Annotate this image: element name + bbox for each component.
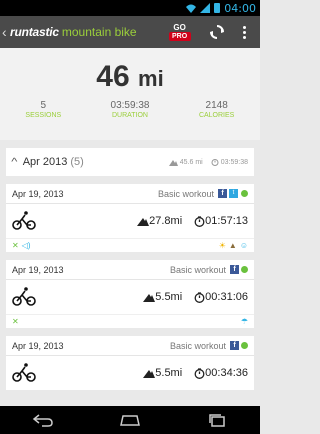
stat-label: DURATION [111, 112, 148, 119]
stats-row: 5 SESSIONS 03:59:38 DURATION 2148 CALORI… [0, 100, 260, 119]
session-distance: 27.8mi [137, 215, 182, 227]
go-label: GO [173, 23, 186, 32]
brand-logo[interactable]: runtastic [10, 25, 59, 39]
status-bar: 04:00 [0, 0, 260, 16]
session-duration: 01:57:13 [194, 215, 248, 227]
session-card[interactable]: Apr 19, 2013 Basic workout f 5.5mi 00:34… [6, 336, 254, 390]
status-dot-icon [241, 266, 248, 273]
total-distance: 46 mi [0, 48, 260, 94]
session-type: Basic workout [169, 264, 226, 275]
session-type: Basic workout [169, 340, 226, 351]
battery-icon [214, 3, 221, 13]
bike-icon [12, 211, 36, 230]
back-icon[interactable]: ‹ [2, 24, 10, 40]
session-list: ^ Apr 2013 (5) 45.6 mi 03:59:38 Apr 19, … [0, 148, 260, 390]
stat-value: 2148 [205, 100, 228, 111]
session-duration-value: 01:57:13 [205, 215, 248, 227]
surface-icon: ▲ [228, 241, 237, 250]
bike-icon [12, 363, 36, 382]
stat-label: SESSIONS [25, 112, 62, 119]
action-bar: ‹ runtastic mountain bike GO PRO [0, 16, 260, 48]
sync-icon[interactable] [209, 24, 225, 40]
session-body: 27.8mi 01:57:13 [6, 204, 254, 238]
elevation-icon [137, 217, 150, 226]
month-group-header[interactable]: ^ Apr 2013 (5) 45.6 mi 03:59:38 [6, 148, 254, 176]
session-distance: 5.5mi [143, 367, 182, 379]
session-type: Basic workout [157, 188, 214, 199]
month-duration: 03:59:38 [211, 158, 248, 166]
rain-icon: ☂ [240, 317, 248, 326]
stat-value: 5 [40, 100, 47, 111]
stat-sessions: 5 SESSIONS [3, 100, 83, 119]
session-header: Apr 19, 2013 Basic workout f t [6, 184, 254, 204]
twitter-icon: t [229, 189, 238, 198]
app-title: mountain bike [61, 25, 137, 39]
facebook-icon: f [218, 189, 227, 198]
month-distance: 45.6 mi [168, 158, 203, 166]
facebook-icon: f [230, 265, 239, 274]
home-nav-icon[interactable] [119, 413, 141, 427]
total-distance-unit: mi [138, 66, 164, 91]
go-pro-button[interactable]: GO PRO [168, 23, 191, 41]
session-distance-value: 5.5mi [155, 367, 183, 379]
month-distance-value: 45.6 mi [179, 158, 203, 166]
signal-icon [200, 3, 211, 13]
mood-icon: ✕ [12, 317, 19, 326]
stopwatch-icon [194, 215, 205, 227]
stopwatch-icon [194, 367, 205, 379]
month-duration-value: 03:59:38 [220, 158, 248, 166]
bike-icon [12, 287, 36, 306]
back-nav-icon[interactable] [32, 413, 54, 427]
session-date: Apr 19, 2013 [12, 188, 64, 199]
session-body: 5.5mi 00:31:06 [6, 280, 254, 314]
pro-badge: PRO [168, 32, 191, 41]
elevation-icon [143, 369, 156, 378]
session-header: Apr 19, 2013 Basic workout f [6, 336, 254, 356]
session-distance: 5.5mi [143, 291, 182, 303]
clock: 04:00 [224, 1, 256, 15]
session-duration: 00:34:36 [194, 367, 248, 379]
stopwatch-icon [211, 159, 219, 166]
overflow-menu-icon[interactable] [242, 25, 247, 39]
session-header: Apr 19, 2013 Basic workout f [6, 260, 254, 280]
session-footer: ✕ ☂ [6, 314, 254, 328]
mood-icon: ✕ [12, 241, 19, 250]
sound-icon: ◁) [21, 241, 31, 250]
session-body: 5.5mi 00:34:36 [6, 356, 254, 390]
session-distance-value: 27.8mi [149, 215, 183, 227]
stopwatch-icon [194, 291, 205, 303]
system-nav-bar [0, 406, 260, 434]
session-date: Apr 19, 2013 [12, 340, 64, 351]
recents-nav-icon[interactable] [206, 413, 228, 427]
total-distance-value: 46 [96, 60, 130, 93]
chevron-up-icon[interactable]: ^ [11, 157, 17, 168]
stat-calories: 2148 CALORIES [177, 100, 257, 119]
month-count: (5) [70, 156, 84, 168]
session-date: Apr 19, 2013 [12, 264, 64, 275]
session-duration-value: 00:31:06 [205, 291, 248, 303]
session-distance-value: 5.5mi [155, 291, 183, 303]
stat-duration: 03:59:38 DURATION [90, 100, 170, 119]
status-dot-icon [241, 190, 248, 197]
smiley-icon: ☺ [239, 241, 248, 250]
stat-label: CALORIES [198, 112, 235, 119]
elevation-icon [168, 159, 178, 166]
status-dot-icon [241, 342, 248, 349]
session-duration: 00:31:06 [194, 291, 248, 303]
sunny-icon: ☀ [218, 241, 226, 250]
session-card[interactable]: Apr 19, 2013 Basic workout f 5.5mi 00:31… [6, 260, 254, 328]
wifi-icon [186, 4, 197, 13]
session-duration-value: 00:34:36 [205, 367, 248, 379]
session-card[interactable]: Apr 19, 2013 Basic workout f t 27.8mi 01… [6, 184, 254, 252]
stat-value: 03:59:38 [110, 100, 150, 111]
elevation-icon [143, 293, 156, 302]
facebook-icon: f [230, 341, 239, 350]
month-label: Apr 2013 [22, 156, 68, 168]
summary-panel: 46 mi 5 SESSIONS 03:59:38 DURATION 2148 … [0, 48, 260, 140]
session-footer: ✕ ◁) ☀ ▲ ☺ [6, 238, 254, 252]
